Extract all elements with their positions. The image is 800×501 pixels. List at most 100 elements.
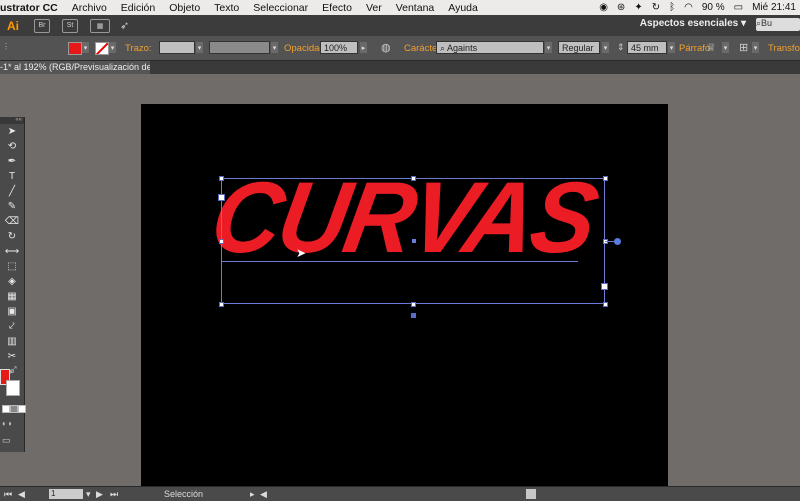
selection-handle-top-center[interactable] xyxy=(411,176,416,181)
gradient-tool-icon[interactable]: ▣ xyxy=(4,304,20,319)
font-size-stepper-icon[interactable]: ⇕ xyxy=(617,42,625,53)
bridge-button[interactable]: Br xyxy=(34,18,50,33)
battery-text[interactable]: 90 % xyxy=(702,2,725,13)
battery-icon[interactable]: ▭ xyxy=(734,2,743,13)
selection-handle-bottom-right[interactable] xyxy=(603,302,608,307)
line-tool-icon[interactable]: ╱ xyxy=(4,184,20,199)
menu-objeto[interactable]: Objeto xyxy=(162,2,207,14)
application-bar: Ai Br St ▦ ➶ Aspectos esenciales ▾ ⌕Bu xyxy=(0,15,800,36)
opacity-arrow-icon[interactable]: ▸ xyxy=(360,42,367,53)
fill-dropdown-icon[interactable]: ▾ xyxy=(82,42,89,53)
clock[interactable]: Mié 21:41 xyxy=(752,2,796,13)
wifi-icon[interactable]: ◠ xyxy=(684,2,693,13)
stock-button[interactable]: St xyxy=(62,18,78,33)
gradient-mode-icon[interactable] xyxy=(10,405,18,413)
workspace-switcher[interactable]: Aspectos esenciales ▾ xyxy=(640,18,746,29)
eyedropper-icon[interactable]: ⤦ xyxy=(4,319,20,334)
record-icon[interactable]: ◉ xyxy=(599,2,608,13)
width-tool-icon[interactable]: ⟷ xyxy=(4,244,20,259)
font-size-dropdown-icon[interactable]: ▾ xyxy=(668,42,675,53)
stroke-swatch[interactable] xyxy=(95,42,109,55)
selection-handle-top-left[interactable] xyxy=(219,176,224,181)
variable-width-field[interactable] xyxy=(209,41,270,54)
free-transform-icon[interactable]: ⬚ xyxy=(4,259,20,274)
none-mode-icon[interactable] xyxy=(18,405,26,413)
type-tool-icon[interactable]: T xyxy=(4,169,20,184)
menu-ayuda[interactable]: Ayuda xyxy=(441,2,485,14)
artboard-number-field[interactable]: 1 xyxy=(49,489,83,499)
isolate-icon[interactable]: ⊞ xyxy=(739,41,748,54)
stroke-color-box[interactable] xyxy=(6,380,20,396)
document-tab[interactable]: -1* al 192% (RGB/Previsualización de GPU… xyxy=(0,61,151,74)
opacity-field[interactable]: 100% xyxy=(320,41,358,54)
menu-ver[interactable]: Ver xyxy=(359,2,389,14)
slice-tool-icon[interactable]: ✂ xyxy=(4,349,20,364)
menu-texto[interactable]: Texto xyxy=(207,2,246,14)
selection-handle-bottom-center[interactable] xyxy=(411,302,416,307)
cc-icon[interactable]: ⊛ xyxy=(617,2,625,13)
stroke-weight-dropdown-icon[interactable]: ▾ xyxy=(196,42,203,53)
brush-tool-icon[interactable]: ✎ xyxy=(4,199,20,214)
selection-handle-bottom-left[interactable] xyxy=(219,302,224,307)
text-thread-out-port[interactable] xyxy=(614,238,621,245)
selection-handle-top-right[interactable] xyxy=(603,176,608,181)
mouse-cursor-icon: ➤ xyxy=(296,246,307,260)
bluetooth-icon[interactable]: ᛒ xyxy=(669,2,675,13)
recolor-icon[interactable]: ◍ xyxy=(381,41,391,54)
font-style-dropdown-icon[interactable]: ▾ xyxy=(602,42,609,53)
isolate-dropdown-icon[interactable]: ▾ xyxy=(752,42,759,53)
font-family-dropdown-icon[interactable]: ▾ xyxy=(545,42,552,53)
selection-handle-right-lower[interactable] xyxy=(601,283,608,290)
sync-icon[interactable]: ↻ xyxy=(652,2,660,13)
fill-swatch[interactable] xyxy=(68,42,82,55)
rotate-tool-icon[interactable]: ↻ xyxy=(4,229,20,244)
font-style-field[interactable]: Regular xyxy=(558,41,600,54)
horizontal-scrollbar-thumb[interactable] xyxy=(526,489,536,499)
help-search-input[interactable]: ⌕Bu xyxy=(756,18,800,31)
tools-panel-collapse[interactable]: «« xyxy=(0,117,24,124)
font-size-field[interactable]: 45 mm xyxy=(627,41,667,54)
status-bar: ⏮ ◀ 1 ▾ ▶ ⏭ Selección ▸ ◀ xyxy=(0,486,800,501)
text-bottom-port[interactable] xyxy=(411,313,416,318)
arrange-documents-icon[interactable]: ▦ xyxy=(90,18,110,33)
artboard-dropdown-icon[interactable]: ▾ xyxy=(86,489,91,500)
sync-settings-icon[interactable]: ➶ xyxy=(120,19,129,32)
artboard-first-icon[interactable]: ⏮ xyxy=(4,489,12,500)
menu-efecto[interactable]: Efecto xyxy=(315,2,359,14)
align-dropdown-icon[interactable]: ▾ xyxy=(722,42,729,53)
stroke-dropdown-icon[interactable]: ▾ xyxy=(109,42,116,53)
draw-mode-icon[interactable]: ◐◑ xyxy=(2,419,12,428)
menu-archivo[interactable]: Archivo xyxy=(65,2,114,14)
mesh-tool-icon[interactable]: ▦ xyxy=(4,289,20,304)
menu-edicion[interactable]: Edición xyxy=(114,2,162,14)
screen-mode-icon[interactable]: ▭ xyxy=(2,435,11,446)
selection-handle-left-top[interactable] xyxy=(218,194,225,201)
align-icon[interactable]: ♕ xyxy=(706,41,716,54)
variable-width-dropdown-icon[interactable]: ▾ xyxy=(271,42,278,53)
transform-label[interactable]: Transform xyxy=(768,43,800,54)
font-family-field[interactable]: ⌕ Againts xyxy=(436,41,544,54)
lasso-tool-icon[interactable]: ⟲ xyxy=(4,139,20,154)
stroke-label[interactable]: Trazo: xyxy=(125,43,152,54)
menu-bar: ustrator CC Archivo Edición Objeto Texto… xyxy=(0,0,800,15)
artboard-next-icon[interactable]: ▶ xyxy=(96,489,103,500)
artboard-prev-icon[interactable]: ◀ xyxy=(18,489,25,500)
selection-handle-middle-left[interactable] xyxy=(219,239,224,244)
selection-tool-icon[interactable]: ➤ xyxy=(4,124,20,139)
current-tool-label: Selección xyxy=(164,489,204,499)
graph-tool-icon[interactable]: ▥ xyxy=(4,334,20,349)
menu-ventana[interactable]: Ventana xyxy=(389,2,442,14)
shape-builder-icon[interactable]: ◈ xyxy=(4,274,20,289)
scroll-left-icon[interactable]: ◀ xyxy=(260,489,267,500)
pen-tool-icon[interactable]: ✒ xyxy=(4,154,20,169)
stroke-weight-field[interactable] xyxy=(159,41,195,54)
menu-seleccionar[interactable]: Seleccionar xyxy=(246,2,315,14)
status-menu-icon[interactable]: ▸ xyxy=(250,489,255,500)
swap-colors-icon[interactable]: ⤢ xyxy=(10,365,16,375)
app-name[interactable]: ustrator CC xyxy=(0,2,65,14)
artboard-last-icon[interactable]: ⏭ xyxy=(110,489,118,500)
tab-strip xyxy=(150,61,800,74)
dropbox-icon[interactable]: ✦ xyxy=(634,2,642,13)
eraser-tool-icon[interactable]: ⌫ xyxy=(4,214,20,229)
color-mode-icon[interactable] xyxy=(2,405,10,413)
